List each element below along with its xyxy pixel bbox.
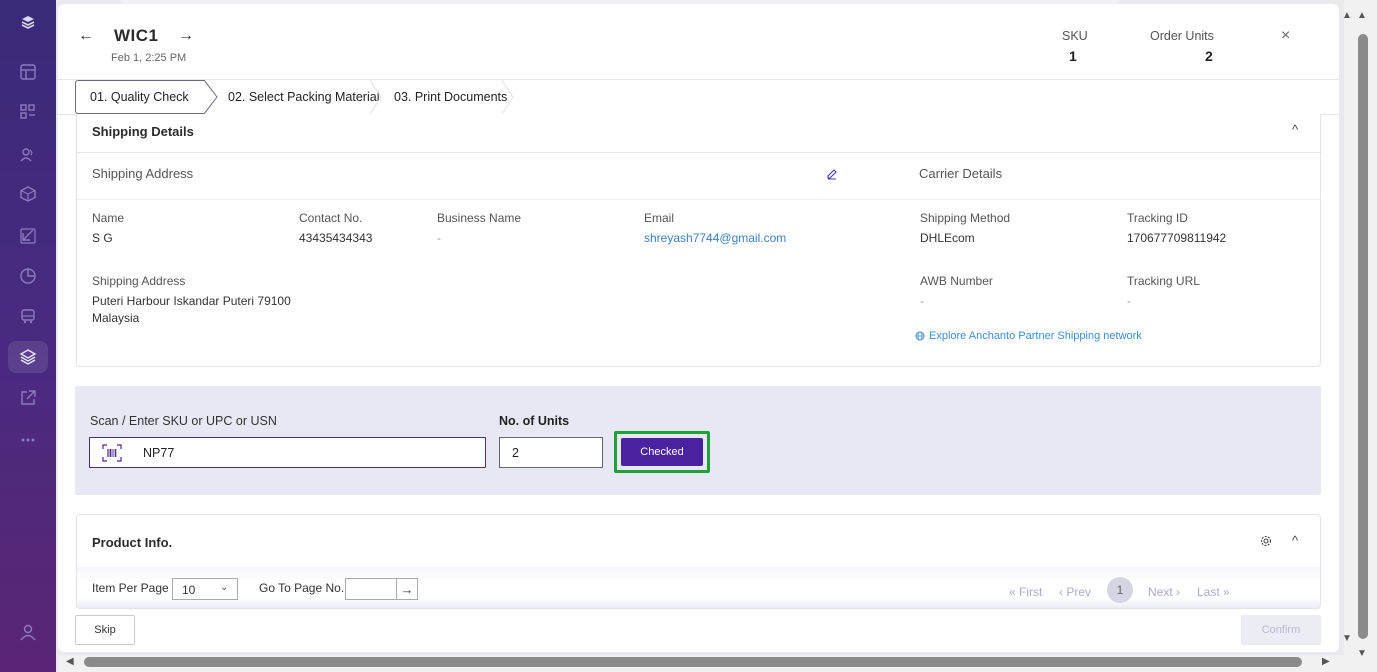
tracking-url-value: - — [1127, 294, 1131, 308]
items-per-page-label: Item Per Page — [92, 581, 169, 595]
settings-gear-icon[interactable] — [1259, 534, 1273, 548]
dashboard-icon[interactable] — [18, 102, 38, 122]
more-icon[interactable] — [18, 430, 38, 450]
units-input-value: 2 — [512, 446, 519, 460]
scroll-left-icon[interactable]: ◀ — [66, 656, 74, 667]
shipping-details-title: Shipping Details — [92, 124, 194, 139]
sku-label: SKU — [1062, 29, 1088, 43]
tab-quality-check[interactable]: 01. Quality Check — [75, 80, 218, 114]
order-panel: ← WIC1 → Feb 1, 2:25 PM SKU 1 Order Unit… — [58, 4, 1339, 652]
scan-panel: Scan / Enter SKU or UPC or USN No. of Un… — [75, 386, 1321, 495]
divider — [77, 152, 1322, 153]
shipping-method-label: Shipping Method — [920, 211, 1011, 225]
package-icon[interactable] — [18, 184, 38, 204]
confirm-button[interactable]: Confirm — [1241, 615, 1321, 645]
tracking-id-value: 170677709811942 — [1127, 231, 1227, 245]
next-page-button[interactable]: Next › — [1148, 585, 1180, 599]
close-icon[interactable]: × — [1281, 27, 1290, 45]
awb-number-label: AWB Number — [920, 274, 993, 288]
next-order-button[interactable]: → — [178, 27, 194, 45]
current-page-indicator[interactable]: 1 — [1107, 577, 1133, 603]
units-label: No. of Units — [499, 414, 570, 428]
scroll-right-icon[interactable]: ▶ — [1322, 656, 1330, 667]
logo-icon[interactable] — [18, 12, 38, 32]
shipping-method-value: DHLEcom — [920, 231, 975, 245]
tab-label: 02. Select Packing Material — [228, 90, 380, 104]
tab-print-documents[interactable]: 03. Print Documents — [380, 80, 530, 114]
explore-partner-link[interactable]: Explore Anchanto Partner Shipping networ… — [915, 330, 1142, 342]
product-info-card: Product Info. ^ Item Per Page 10 ⌄ Go To… — [76, 514, 1321, 609]
tracking-id-label: Tracking ID — [1127, 211, 1188, 225]
contact-value: 43435434343 — [299, 231, 373, 245]
business-name-label: Business Name — [437, 211, 522, 225]
name-value: S G — [92, 231, 113, 245]
carrier-details-section-title: Carrier Details — [919, 166, 1003, 181]
divider — [77, 199, 1322, 200]
name-label: Name — [92, 211, 125, 225]
goto-page-button[interactable]: → — [396, 578, 418, 600]
users-icon[interactable] — [18, 145, 38, 165]
scroll-up-icon[interactable]: ▲ — [1342, 10, 1352, 21]
order-units-label: Order Units — [1150, 29, 1214, 43]
collapse-caret-icon[interactable]: ^ — [1292, 533, 1298, 548]
scroll-up-icon[interactable]: ▲ — [1357, 10, 1367, 21]
transport-icon[interactable] — [18, 306, 38, 326]
layers-icon[interactable] — [18, 347, 38, 367]
scan-input[interactable]: NP77 — [89, 437, 486, 468]
scroll-down-icon[interactable]: ▼ — [1342, 633, 1352, 644]
barcode-icon[interactable] — [102, 444, 122, 462]
explore-link-text: Explore Anchanto Partner Shipping networ… — [929, 330, 1142, 342]
sidebar — [0, 0, 56, 672]
tab-select-packing-material[interactable]: 02. Select Packing Material — [205, 80, 382, 114]
items-per-page-select[interactable]: 10 ⌄ — [172, 578, 238, 600]
layout-icon[interactable] — [18, 62, 38, 82]
business-name-value: - — [437, 231, 441, 245]
step-tabs: 01. Quality Check 02. Select Packing Mat… — [75, 80, 530, 114]
shipping-address-section-title: Shipping Address — [92, 166, 194, 181]
order-units-value: 2 — [1205, 48, 1213, 64]
units-input[interactable]: 2 — [499, 437, 603, 468]
items-per-page-value: 10 — [182, 583, 196, 597]
vertical-scroll-thumb[interactable] — [1358, 34, 1368, 639]
goto-page-label: Go To Page No. — [259, 581, 345, 595]
last-page-button[interactable]: Last » — [1197, 585, 1230, 599]
tab-label: 03. Print Documents — [394, 90, 508, 104]
shipping-address-line1: Puteri Harbour Iskandar Puteri 79100 — [92, 294, 291, 308]
collapse-caret-icon[interactable]: ^ — [1292, 122, 1298, 137]
tracking-url-label: Tracking URL — [1127, 274, 1200, 288]
email-label: Email — [644, 211, 675, 225]
sku-value: 1 — [1069, 48, 1077, 64]
scan-input-value: NP77 — [143, 446, 175, 460]
checked-button[interactable]: Checked — [621, 438, 703, 466]
profile-icon[interactable] — [18, 622, 38, 642]
shipping-address-line2: Malaysia — [92, 311, 140, 325]
globe-icon — [915, 331, 925, 341]
tab-label: 01. Quality Check — [90, 90, 189, 104]
contact-label: Contact No. — [299, 211, 363, 225]
reports-icon[interactable] — [18, 266, 38, 286]
product-info-title: Product Info. — [92, 535, 173, 550]
scroll-down-icon[interactable]: ▼ — [1357, 648, 1367, 659]
goto-page-input[interactable] — [345, 578, 397, 600]
order-title: WIC1 — [114, 26, 159, 45]
prev-page-button[interactable]: ‹ Prev — [1059, 585, 1091, 599]
edit-icon[interactable] — [825, 166, 839, 180]
chevron-down-icon: ⌄ — [220, 582, 229, 593]
shipping-address-label: Shipping Address — [92, 274, 186, 288]
order-date: Feb 1, 2:25 PM — [111, 52, 187, 64]
awb-number-value: - — [920, 294, 924, 308]
previous-order-button[interactable]: ← — [78, 27, 94, 45]
horizontal-scroll-thumb[interactable] — [84, 657, 1302, 667]
external-link-icon[interactable] — [18, 388, 38, 408]
email-link[interactable]: shreyash7744@gmail.com — [644, 231, 786, 245]
inbound-icon[interactable] — [18, 226, 38, 246]
shipping-details-card: Shipping Details ^ Shipping Address Carr… — [76, 114, 1322, 367]
scan-label: Scan / Enter SKU or UPC or USN — [90, 414, 277, 428]
skip-button[interactable]: Skip — [75, 615, 135, 645]
checked-button-highlight: Checked — [614, 431, 710, 473]
first-page-button[interactable]: « First — [1009, 585, 1042, 599]
